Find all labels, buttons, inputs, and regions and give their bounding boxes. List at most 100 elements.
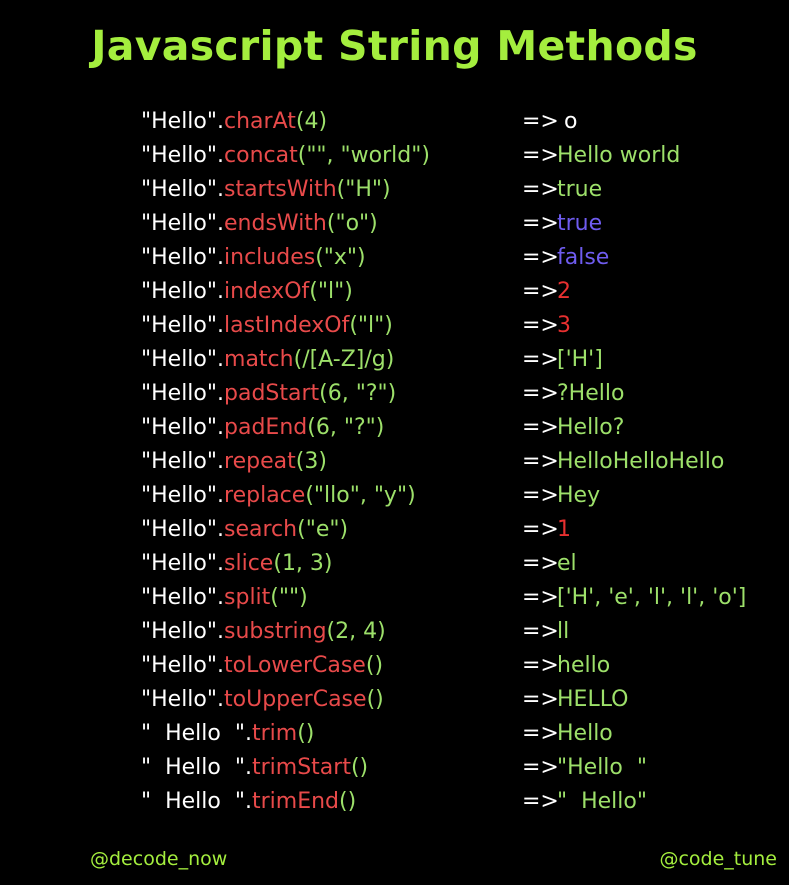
code-expression: "Hello".charAt(4) xyxy=(141,105,327,139)
string-literal: "Hello" xyxy=(141,551,218,576)
method-name: search xyxy=(224,517,298,542)
method-arguments: "", "world" xyxy=(306,143,422,168)
result-arrow: => xyxy=(522,347,559,372)
method-row: " Hello ".trimStart() => "Hello " xyxy=(0,751,789,785)
code-expression: "Hello".toLowerCase() xyxy=(141,649,383,683)
result-value: HelloHelloHello xyxy=(557,449,725,474)
open-paren: ( xyxy=(297,517,306,542)
result-arrow: => xyxy=(522,449,559,474)
open-paren: ( xyxy=(349,313,358,338)
method-arguments: 4 xyxy=(304,109,319,134)
result-value: HELLO xyxy=(557,687,629,712)
string-literal: "Hello" xyxy=(141,245,218,270)
code-expression: "Hello".slice(1, 3) xyxy=(141,547,333,581)
method-name: split xyxy=(224,585,271,610)
result-arrow: => xyxy=(522,279,559,304)
dot-operator: . xyxy=(217,619,225,644)
open-paren: ( xyxy=(307,415,316,440)
dot-operator: . xyxy=(217,687,225,712)
open-paren: ( xyxy=(350,755,360,780)
string-literal: "Hello" xyxy=(141,517,218,542)
string-literal: "Hello" xyxy=(141,687,218,712)
result-arrow: => xyxy=(522,789,559,814)
result-arrow: => xyxy=(522,653,559,678)
result-arrow: => xyxy=(522,687,559,712)
method-name: padEnd xyxy=(224,415,308,440)
method-row: "Hello".search("e") => 1 xyxy=(0,513,789,547)
page-title: Javascript String Methods xyxy=(91,22,698,70)
method-name: toUpperCase xyxy=(224,687,367,712)
code-expression: "Hello".indexOf("l") xyxy=(141,275,353,309)
string-literal: "Hello" xyxy=(141,347,218,372)
dot-operator: . xyxy=(217,483,225,508)
method-arguments: "llo", "y" xyxy=(313,483,408,508)
open-paren: ( xyxy=(293,347,303,372)
code-expression: "Hello".includes("x") xyxy=(141,241,366,275)
string-literal: " Hello " xyxy=(141,789,245,814)
method-row: " Hello ".trimEnd() => " Hello" xyxy=(0,785,789,819)
method-name: startsWith xyxy=(224,177,337,202)
method-arguments: "o" xyxy=(335,211,370,236)
method-name: endsWith xyxy=(224,211,327,236)
code-expression: "Hello".search("e") xyxy=(141,513,348,547)
method-name: padStart xyxy=(224,381,320,406)
close-paren: ) xyxy=(382,177,391,202)
method-row: "Hello".repeat(3) => HelloHelloHello xyxy=(0,445,789,479)
result-arrow: => xyxy=(522,143,559,168)
dot-operator: . xyxy=(217,177,225,202)
close-paren: ) xyxy=(375,687,384,712)
close-paren: ) xyxy=(318,109,328,134)
close-paren: ) xyxy=(347,789,357,814)
dot-operator: . xyxy=(217,211,225,236)
result-value: " Hello" xyxy=(557,789,647,814)
close-paren: ) xyxy=(318,449,327,474)
method-arguments: "H" xyxy=(345,177,383,202)
dot-operator: . xyxy=(217,347,225,372)
dot-operator: . xyxy=(217,415,225,440)
result-value: Hello world xyxy=(557,143,681,168)
result-arrow: => xyxy=(522,721,559,746)
method-name: lastIndexOf xyxy=(224,313,350,338)
method-row: "Hello".startsWith("H") => true xyxy=(0,173,789,207)
close-paren: ) xyxy=(385,347,395,372)
method-name: substring xyxy=(224,619,327,644)
method-row: "Hello".split("") => ['H', 'e', 'l', 'l', … xyxy=(0,581,789,615)
open-paren: ( xyxy=(273,551,282,576)
result-value: Hello? xyxy=(557,415,625,440)
method-row: "Hello".toLowerCase() => hello xyxy=(0,649,789,683)
method-row: "Hello".indexOf("l") => 2 xyxy=(0,275,789,309)
string-literal: "Hello" xyxy=(141,415,218,440)
result-value: Hey xyxy=(557,483,601,508)
method-arguments: "x" xyxy=(323,245,358,270)
close-paren: ) xyxy=(359,755,369,780)
string-literal: "Hello" xyxy=(141,585,218,610)
close-paren: ) xyxy=(407,483,416,508)
method-row: "Hello".slice(1, 3) => el xyxy=(0,547,789,581)
result-value: true xyxy=(557,177,603,202)
dot-operator: . xyxy=(217,143,225,168)
code-expression: "Hello".endsWith("o") xyxy=(141,207,378,241)
code-expression: "Hello".replace("llo", "y") xyxy=(141,479,416,513)
close-paren: ) xyxy=(377,619,386,644)
string-literal: "Hello" xyxy=(141,653,218,678)
code-expression: "Hello".lastIndexOf("l") xyxy=(141,309,393,343)
result-arrow: => xyxy=(522,211,559,236)
open-paren: ( xyxy=(315,245,324,270)
open-paren: ( xyxy=(270,585,279,610)
result-arrow: => xyxy=(522,245,559,270)
method-row: "Hello".endsWith("o") => true xyxy=(0,207,789,241)
method-name: trimStart xyxy=(251,755,351,780)
dot-operator: . xyxy=(217,245,225,270)
author-handle-right: @code_tune xyxy=(659,848,777,870)
method-arguments: 2, 4 xyxy=(335,619,378,644)
result-arrow: => xyxy=(522,415,559,440)
string-literal: "Hello" xyxy=(141,313,218,338)
string-literal: "Hello" xyxy=(141,483,218,508)
code-expression: "Hello".match(/[A-Z]/g) xyxy=(141,343,394,377)
method-row: "Hello".charAt(4) => o xyxy=(0,105,789,139)
close-paren: ) xyxy=(374,653,384,678)
result-arrow: => xyxy=(522,381,559,406)
code-expression: "Hello".toUpperCase() xyxy=(141,683,384,717)
dot-operator: . xyxy=(244,721,252,746)
close-paren: ) xyxy=(369,211,378,236)
